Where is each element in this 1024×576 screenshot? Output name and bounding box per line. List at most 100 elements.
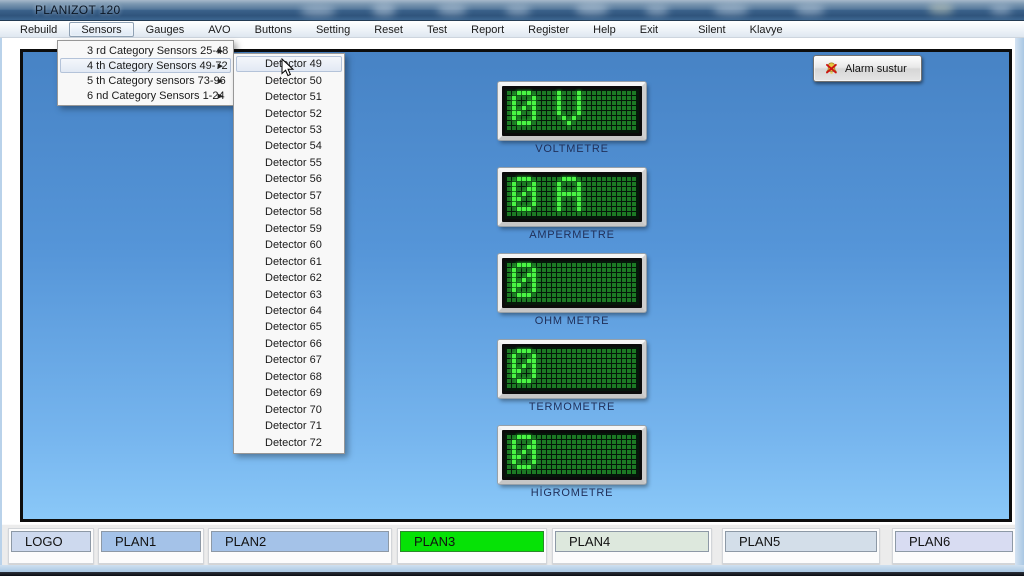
- led-display-screen: [505, 347, 639, 391]
- menubar-item-report[interactable]: Report: [459, 22, 516, 37]
- led-display-frame: [498, 82, 646, 140]
- detector-menu-item[interactable]: Detector 65: [236, 319, 342, 335]
- alarm-mute-icon: [824, 61, 839, 76]
- menubar-item-avo[interactable]: AVO: [196, 22, 242, 37]
- titlebar-glass-reflection: [645, 6, 669, 15]
- detector-menu-item[interactable]: Detector 59: [236, 221, 342, 237]
- plan-tab-logo[interactable]: LOGO: [11, 531, 91, 552]
- led-display-bezel: [502, 258, 642, 308]
- sensors-menu-item[interactable]: 6 nd Category Sensors 1-24▶: [60, 88, 231, 103]
- detector-menu-item[interactable]: Detector 67: [236, 352, 342, 368]
- detector-menu-item[interactable]: Detector 52: [236, 105, 342, 121]
- meter-voltmetre: VOLTMETRE: [498, 82, 646, 155]
- alarm-mute-button[interactable]: Alarm sustur: [813, 55, 922, 82]
- menubar-item-sensors[interactable]: Sensors: [69, 22, 133, 37]
- titlebar-glass-reflection: [372, 4, 396, 16]
- app-window: PLANIZOT 120 RebuildSensorsGaugesAVOButt…: [0, 0, 1024, 576]
- plan-tab-plan4[interactable]: PLAN4: [555, 531, 709, 552]
- detector-menu-item[interactable]: Detector 62: [236, 270, 342, 286]
- plan-panel-plan4: PLAN4: [552, 528, 712, 564]
- detector-menu-item[interactable]: Detector 53: [236, 122, 342, 138]
- window-border-left: [0, 38, 2, 565]
- detector-menu-item[interactable]: Detector 64: [236, 303, 342, 319]
- menubar-item-rebuild[interactable]: Rebuild: [8, 22, 69, 37]
- menubar-item-klavye[interactable]: Klavye: [738, 22, 795, 37]
- detector-submenu-popup: Detector 49Detector 50Detector 51Detecto…: [233, 53, 345, 454]
- meter-label: VOLTMETRE: [498, 143, 646, 155]
- led-display-frame: [498, 254, 646, 312]
- detector-menu-item[interactable]: Detector 57: [236, 188, 342, 204]
- main-area: Alarm sustur VOLTMETREAMPERMETREOHM METR…: [0, 38, 1024, 524]
- led-display-bezel: [502, 86, 642, 136]
- led-display-bezel: [502, 344, 642, 394]
- detector-menu-item[interactable]: Detector 69: [236, 385, 342, 401]
- plan-canvas: Alarm sustur VOLTMETREAMPERMETREOHM METR…: [20, 49, 1012, 522]
- menubar-item-buttons[interactable]: Buttons: [243, 22, 304, 37]
- detector-menu-item[interactable]: Detector 51: [236, 89, 342, 105]
- plan-panel-plan2: PLAN2: [208, 528, 392, 564]
- submenu-arrow-icon: ▶: [218, 62, 223, 70]
- plan-panel-plan3: PLAN3: [397, 528, 547, 564]
- plan-tab-plan2[interactable]: PLAN2: [211, 531, 389, 552]
- detector-menu-item[interactable]: Detector 68: [236, 369, 342, 385]
- detector-menu-item[interactable]: Detector 60: [236, 237, 342, 253]
- sensors-menu-item[interactable]: 4 th Category Sensors 49-72▶: [60, 58, 231, 73]
- led-display-frame: [498, 426, 646, 484]
- titlebar-glass-reflection: [300, 6, 336, 16]
- window-border-right: [1015, 38, 1024, 565]
- menubar: RebuildSensorsGaugesAVOButtonsSettingRes…: [0, 21, 1024, 38]
- meters-column: VOLTMETREAMPERMETREOHM METRETERMOMETREHİ…: [498, 82, 646, 512]
- titlebar-glass-reflection: [505, 6, 531, 15]
- detector-menu-item[interactable]: Detector 55: [236, 155, 342, 171]
- detector-menu-item[interactable]: Detector 61: [236, 253, 342, 269]
- window-title: PLANIZOT 120: [35, 3, 120, 17]
- sensors-menu-popup: 3 rd Category Sensors 25-48▶4 th Categor…: [57, 40, 234, 106]
- menubar-item-reset[interactable]: Reset: [362, 22, 415, 37]
- led-display-frame: [498, 168, 646, 226]
- titlebar-glass-reflection: [928, 4, 954, 14]
- detector-menu-item[interactable]: Detector 56: [236, 171, 342, 187]
- menubar-item-gauges[interactable]: Gauges: [134, 22, 197, 37]
- meter-label: HİGROMETRE: [498, 487, 646, 499]
- meter-label: AMPERMETRE: [498, 229, 646, 241]
- detector-menu-item[interactable]: Detector 72: [236, 434, 342, 450]
- detector-menu-item[interactable]: Detector 63: [236, 286, 342, 302]
- detector-menu-item[interactable]: Detector 66: [236, 336, 342, 352]
- led-display-screen: [505, 433, 639, 477]
- led-display-screen: [505, 261, 639, 305]
- meter-termometre: TERMOMETRE: [498, 340, 646, 413]
- plan-tab-plan1[interactable]: PLAN1: [101, 531, 201, 552]
- taskbar-edge: [0, 572, 1024, 576]
- plan-tab-plan6[interactable]: PLAN6: [895, 531, 1013, 552]
- titlebar-glass-reflection: [437, 5, 467, 15]
- led-display-bezel: [502, 430, 642, 480]
- titlebar-glass-reflection: [713, 5, 749, 15]
- plan-panel-logo: LOGO: [8, 528, 94, 564]
- sensors-menu-item[interactable]: 3 rd Category Sensors 25-48▶: [60, 43, 231, 58]
- meter-ampermetre: AMPERMETRE: [498, 168, 646, 241]
- meter-label: TERMOMETRE: [498, 401, 646, 413]
- menubar-item-exit[interactable]: Exit: [628, 22, 670, 37]
- plan-tab-plan3[interactable]: PLAN3: [400, 531, 544, 552]
- menubar-item-silent[interactable]: Silent: [686, 22, 738, 37]
- detector-menu-item[interactable]: Detector 54: [236, 138, 342, 154]
- mouse-cursor: [281, 58, 295, 77]
- titlebar-glass-reflection: [575, 4, 609, 15]
- detector-menu-item[interactable]: Detector 70: [236, 402, 342, 418]
- titlebar[interactable]: PLANIZOT 120: [0, 0, 1024, 21]
- sensors-menu-item[interactable]: 5 th Category sensors 73-96▶: [60, 73, 231, 88]
- menubar-item-setting[interactable]: Setting: [304, 22, 362, 37]
- led-display-screen: [505, 175, 639, 219]
- meter-hi-grometre: HİGROMETRE: [498, 426, 646, 499]
- window-border-bottom: [0, 565, 1024, 572]
- submenu-arrow-icon: ▶: [218, 92, 223, 100]
- detector-menu-item[interactable]: Detector 58: [236, 204, 342, 220]
- menubar-item-help[interactable]: Help: [581, 22, 628, 37]
- menubar-item-register[interactable]: Register: [516, 22, 581, 37]
- plan-panel-plan6: PLAN6: [892, 528, 1016, 564]
- menubar-item-test[interactable]: Test: [415, 22, 459, 37]
- plan-tab-plan5[interactable]: PLAN5: [725, 531, 877, 552]
- detector-menu-item[interactable]: Detector 71: [236, 418, 342, 434]
- plan-tabs-bar: LOGO PLAN1 PLAN2 PLAN3 PLAN4 PLAN5 PLAN6: [0, 524, 1024, 565]
- plan-panel-plan1: PLAN1: [98, 528, 204, 564]
